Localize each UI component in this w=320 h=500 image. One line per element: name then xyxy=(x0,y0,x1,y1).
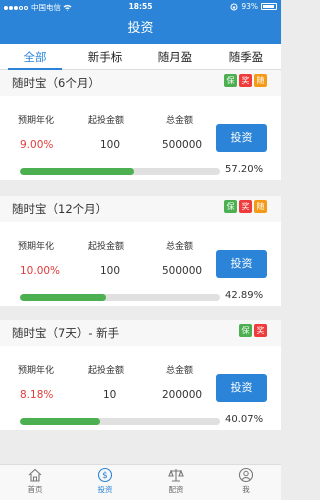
page-title: 投资 xyxy=(127,21,154,36)
tabbar-item-margin[interactable]: 配资 xyxy=(146,467,206,495)
badge-anytime: 随 xyxy=(254,200,267,213)
min-amount-label: 起投金额 xyxy=(88,242,125,252)
progress-fill xyxy=(20,168,135,175)
tabbar-item-home[interactable]: 首页 xyxy=(5,467,65,495)
lock-rotation-icon xyxy=(230,3,238,10)
rate-label: 预期年化 xyxy=(18,242,55,252)
product-card[interactable]: 预期年化 起投金额 总金额 9.00% 100 500000 投资 57.20% xyxy=(0,96,281,180)
tabbar-label: 首页 xyxy=(27,485,43,494)
product-header[interactable]: 随时宝（6个月） 保 奖 随 xyxy=(0,70,281,96)
rate-value: 8.18% xyxy=(20,389,54,401)
product-badges: 保 奖 xyxy=(239,324,267,337)
min-amount-label: 起投金额 xyxy=(88,366,125,376)
total-amount-value: 200000 xyxy=(162,389,203,401)
product-header[interactable]: 随时宝（12个月） 保 奖 随 xyxy=(0,196,281,222)
product-header[interactable]: 随时宝（7天）- 新手 保 奖 xyxy=(0,320,281,346)
scale-icon xyxy=(168,469,184,482)
tabbar-item-me[interactable]: 我 xyxy=(216,467,276,495)
product-badges: 保 奖 随 xyxy=(224,74,267,87)
tab-monthly[interactable]: 随月盈 xyxy=(140,44,210,70)
total-amount-label: 总金额 xyxy=(166,242,194,252)
invest-icon: $ xyxy=(97,467,113,483)
tabbar-label: 配资 xyxy=(168,485,184,494)
tab-newbie[interactable]: 新手标 xyxy=(70,44,140,70)
total-amount-label: 总金额 xyxy=(166,366,194,376)
total-amount-value: 500000 xyxy=(162,265,203,277)
total-amount-value: 500000 xyxy=(162,139,203,151)
progress-percent: 42.89% xyxy=(225,290,264,301)
product-card[interactable]: 预期年化 起投金额 总金额 8.18% 10 200000 投资 40.07% xyxy=(0,346,281,430)
product-card[interactable]: 预期年化 起投金额 总金额 10.00% 100 500000 投资 42.89… xyxy=(0,222,281,306)
rate-label: 预期年化 xyxy=(18,116,55,126)
product-badges: 保 奖 随 xyxy=(224,200,267,213)
badge-reward: 奖 xyxy=(239,74,252,87)
progress-bar xyxy=(20,168,220,175)
tabbar-item-invest[interactable]: $ 投资 xyxy=(75,467,135,495)
product-title: 随时宝（12个月） xyxy=(12,202,108,216)
progress-percent: 57.20% xyxy=(225,164,264,175)
category-tabs: 全部 新手标 随月盈 随季盈 xyxy=(0,44,281,70)
badge-guarantee: 保 xyxy=(224,74,237,87)
home-icon xyxy=(28,468,42,482)
battery-icon xyxy=(261,3,277,10)
rate-label: 预期年化 xyxy=(18,366,55,376)
nav-bar: 投资 xyxy=(0,14,281,44)
badge-guarantee: 保 xyxy=(224,200,237,213)
tabbar-label: 我 xyxy=(242,485,250,494)
min-amount-value: 100 xyxy=(100,265,121,277)
svg-text:$: $ xyxy=(102,471,108,481)
battery-percent: 93% xyxy=(241,2,258,11)
progress-bar xyxy=(20,418,220,425)
invest-button[interactable]: 投资 xyxy=(216,250,267,278)
progress-fill xyxy=(20,418,101,425)
user-icon xyxy=(238,467,254,483)
progress-bar xyxy=(20,294,220,301)
invest-button[interactable]: 投资 xyxy=(216,124,267,152)
status-right: 93% xyxy=(230,2,277,11)
status-bar: 中国电信 18:55 93% xyxy=(0,0,281,14)
product-title: 随时宝（7天）- 新手 xyxy=(12,326,120,340)
tab-quarterly[interactable]: 随季盈 xyxy=(211,44,281,70)
min-amount-label: 起投金额 xyxy=(88,116,125,126)
tabbar-label: 投资 xyxy=(97,485,113,494)
badge-reward: 奖 xyxy=(239,200,252,213)
invest-button[interactable]: 投资 xyxy=(216,374,267,402)
progress-percent: 40.07% xyxy=(225,414,264,425)
min-amount-value: 100 xyxy=(100,139,121,151)
badge-guarantee: 保 xyxy=(239,324,252,337)
total-amount-label: 总金额 xyxy=(166,116,194,126)
badge-reward: 奖 xyxy=(254,324,267,337)
rate-value: 9.00% xyxy=(20,139,54,151)
tab-all[interactable]: 全部 xyxy=(0,44,70,70)
product-title: 随时宝（6个月） xyxy=(12,76,100,90)
min-amount-value: 10 xyxy=(103,389,117,401)
rate-value: 10.00% xyxy=(20,265,61,277)
progress-fill xyxy=(20,294,106,301)
badge-anytime: 随 xyxy=(254,74,267,87)
bottom-tab-bar: 首页 $ 投资 配资 我 xyxy=(0,464,281,500)
